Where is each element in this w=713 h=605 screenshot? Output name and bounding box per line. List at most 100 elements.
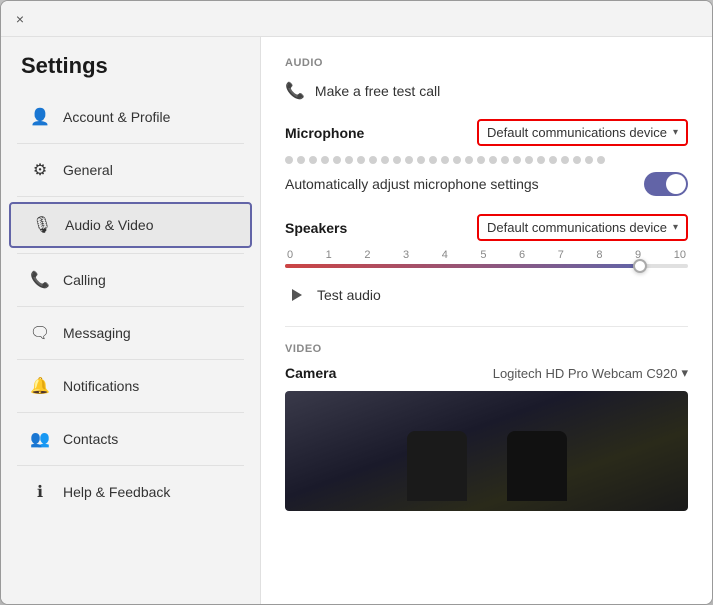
microphone-device-value: Default communications device	[487, 125, 667, 140]
sidebar-item-label: Contacts	[63, 431, 118, 447]
mic-dot	[597, 156, 605, 164]
mic-dot	[393, 156, 401, 164]
mic-dot	[465, 156, 473, 164]
main-panel: AUDIO 📞 Make a free test call Microphone…	[261, 37, 712, 604]
sidebar-item-label: Messaging	[63, 325, 131, 341]
sidebar-item-label: Account & Profile	[63, 109, 170, 125]
divider-2	[17, 196, 244, 197]
sidebar-item-label: Calling	[63, 272, 106, 288]
sidebar-item-label: General	[63, 162, 113, 178]
mic-dot	[573, 156, 581, 164]
mic-dot	[477, 156, 485, 164]
mic-dot	[537, 156, 545, 164]
volume-track[interactable]	[285, 264, 688, 268]
mic-dot	[561, 156, 569, 164]
help-icon: ℹ	[29, 481, 51, 503]
section-divider	[285, 326, 688, 327]
chair-left	[407, 431, 467, 501]
auto-adjust-label: Automatically adjust microphone settings	[285, 176, 539, 192]
sidebar-item-contacts[interactable]: 👥 Contacts	[9, 418, 252, 460]
divider-1	[17, 143, 244, 144]
sidebar-item-audio-video[interactable]: 🎙 Audio & Video	[9, 202, 252, 248]
camera-preview	[285, 391, 688, 511]
camera-row: Camera Logitech HD Pro Webcam C920 ▾	[285, 365, 688, 381]
video-section-label: VIDEO	[285, 343, 688, 355]
sidebar-item-label: Notifications	[63, 378, 139, 394]
mic-dot	[501, 156, 509, 164]
mic-dot	[285, 156, 293, 164]
close-button[interactable]: ×	[13, 12, 27, 26]
mic-dot	[429, 156, 437, 164]
messaging-icon: 🗨	[29, 322, 51, 344]
camera-device-value: Logitech HD Pro Webcam C920	[493, 366, 678, 381]
sidebar-item-general[interactable]: ⚙ General	[9, 149, 252, 191]
notifications-icon: 🔔	[29, 375, 51, 397]
chair-right	[507, 431, 567, 501]
titlebar: ×	[1, 1, 712, 37]
camera-label: Camera	[285, 365, 336, 381]
camera-preview-inner	[285, 391, 688, 511]
auto-adjust-toggle[interactable]	[644, 172, 688, 196]
divider-5	[17, 359, 244, 360]
mic-dot	[321, 156, 329, 164]
microphone-dropdown[interactable]: Default communications device ▾	[477, 119, 688, 146]
mic-dot	[513, 156, 521, 164]
chevron-down-icon: ▾	[681, 365, 688, 381]
sidebar-item-help[interactable]: ℹ Help & Feedback	[9, 471, 252, 513]
speakers-dropdown[interactable]: Default communications device ▾	[477, 214, 688, 241]
volume-slider-row: 0 1 2 3 4 5 6 7 8 9 10	[285, 249, 688, 268]
audio-video-icon: 🎙	[31, 214, 53, 236]
chevron-down-icon: ▾	[673, 222, 678, 233]
mic-dot	[489, 156, 497, 164]
test-call-row[interactable]: 📞 Make a free test call	[285, 81, 688, 101]
volume-fill	[285, 264, 640, 268]
mic-dot	[549, 156, 557, 164]
sidebar-item-label: Audio & Video	[65, 217, 153, 233]
calling-icon: 📞	[29, 269, 51, 291]
chevron-down-icon: ▾	[673, 127, 678, 138]
sidebar-item-label: Help & Feedback	[63, 484, 170, 500]
settings-window: × Settings 👤 Account & Profile ⚙ General…	[0, 0, 713, 605]
auto-adjust-row: Automatically adjust microphone settings	[285, 172, 688, 196]
sidebar-item-messaging[interactable]: 🗨 Messaging	[9, 312, 252, 354]
test-audio-label: Test audio	[317, 287, 381, 303]
mic-dot	[381, 156, 389, 164]
sidebar-item-account[interactable]: 👤 Account & Profile	[9, 96, 252, 138]
mic-dot	[357, 156, 365, 164]
account-icon: 👤	[29, 106, 51, 128]
microphone-level-indicator	[285, 154, 688, 172]
mic-dot	[453, 156, 461, 164]
divider-4	[17, 306, 244, 307]
divider-6	[17, 412, 244, 413]
mic-dot	[369, 156, 377, 164]
contacts-icon: 👥	[29, 428, 51, 450]
test-call-label: Make a free test call	[315, 83, 440, 99]
speakers-label: Speakers	[285, 220, 347, 236]
sidebar: Settings 👤 Account & Profile ⚙ General 🎙…	[1, 37, 261, 604]
divider-3	[17, 253, 244, 254]
mic-dot	[405, 156, 413, 164]
mic-dot	[309, 156, 317, 164]
content-area: Settings 👤 Account & Profile ⚙ General 🎙…	[1, 37, 712, 604]
mic-dot	[417, 156, 425, 164]
phone-icon: 📞	[285, 81, 305, 101]
mic-dot	[441, 156, 449, 164]
audio-section-label: AUDIO	[285, 57, 688, 69]
divider-7	[17, 465, 244, 466]
mic-dot	[525, 156, 533, 164]
speakers-device-value: Default communications device	[487, 220, 667, 235]
sidebar-item-notifications[interactable]: 🔔 Notifications	[9, 365, 252, 407]
mic-dot	[345, 156, 353, 164]
speakers-row: Speakers Default communications device ▾	[285, 214, 688, 241]
general-icon: ⚙	[29, 159, 51, 181]
camera-dropdown[interactable]: Logitech HD Pro Webcam C920 ▾	[493, 365, 688, 381]
volume-number-labels: 0 1 2 3 4 5 6 7 8 9 10	[285, 249, 688, 261]
mic-dot	[585, 156, 593, 164]
microphone-label: Microphone	[285, 125, 364, 141]
volume-thumb[interactable]	[633, 259, 647, 273]
sidebar-item-calling[interactable]: 📞 Calling	[9, 259, 252, 301]
test-audio-row[interactable]: Test audio	[285, 284, 688, 306]
play-icon	[285, 284, 307, 306]
sidebar-title: Settings	[1, 53, 260, 95]
mic-dot	[297, 156, 305, 164]
